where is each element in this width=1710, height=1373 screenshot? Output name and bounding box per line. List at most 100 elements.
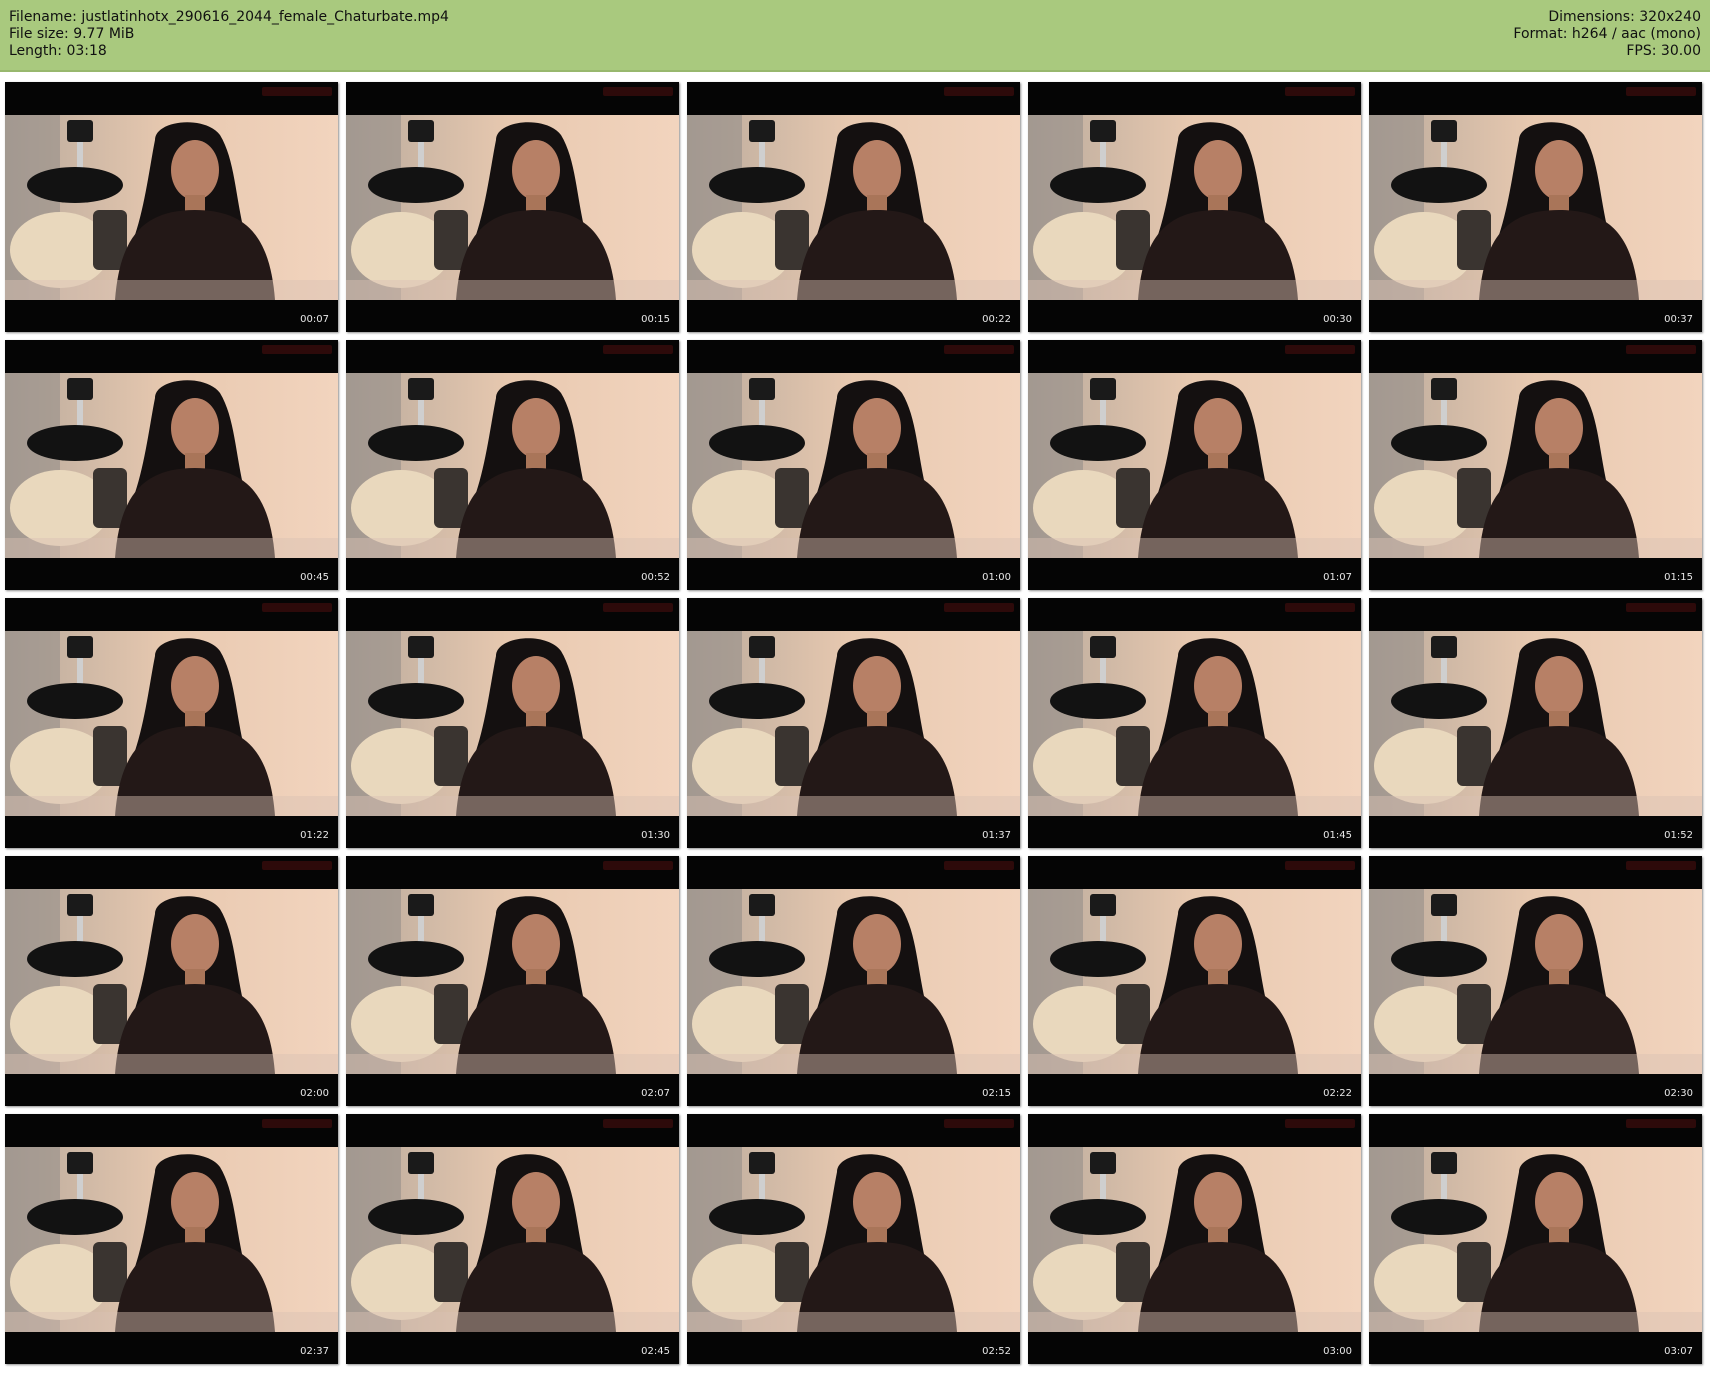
video-frame-image (1369, 373, 1702, 558)
thumbnail-timestamp: 00:22 (982, 314, 1011, 325)
watermark (1285, 603, 1355, 612)
watermark (1285, 87, 1355, 96)
video-frame-image (687, 115, 1020, 300)
video-frame-image (1369, 1147, 1702, 1332)
video-thumbnail: 02:45 (346, 1114, 679, 1364)
thumbnail-timestamp: 00:07 (300, 314, 329, 325)
video-frame-image (346, 631, 679, 816)
watermark (603, 861, 673, 870)
video-thumbnail: 00:15 (346, 82, 679, 332)
video-thumbnail: 00:52 (346, 340, 679, 590)
watermark (944, 87, 1014, 96)
dimensions-label: Dimensions: (1548, 9, 1635, 25)
thumbnail-timestamp: 01:15 (1664, 572, 1693, 583)
video-thumbnail: 00:22 (687, 82, 1020, 332)
file-info-right: Dimensions: 320x240 Format: h264 / aac (… (1513, 9, 1701, 60)
watermark (944, 1119, 1014, 1128)
video-frame-image (5, 889, 338, 1074)
thumbnail-timestamp: 01:07 (1323, 572, 1352, 583)
video-frame-image (1028, 631, 1361, 816)
length-label: Length: (9, 43, 63, 59)
video-frame-image (687, 373, 1020, 558)
thumbnail-grid: 00:07 00:15 00:22 00:30 00:37 00:45 00:52 01:00… (5, 82, 1702, 1364)
thumbnail-timestamp: 01:22 (300, 830, 329, 841)
video-frame-image (5, 631, 338, 816)
video-thumbnail: 00:07 (5, 82, 338, 332)
thumbnail-timestamp: 02:22 (1323, 1088, 1352, 1099)
video-thumbnail: 01:00 (687, 340, 1020, 590)
video-frame-image (346, 115, 679, 300)
watermark (262, 861, 332, 870)
watermark (944, 861, 1014, 870)
thumbnail-timestamp: 00:30 (1323, 314, 1352, 325)
video-frame-image (1028, 889, 1361, 1074)
video-frame-image (1369, 889, 1702, 1074)
thumbnail-timestamp: 00:15 (641, 314, 670, 325)
video-thumbnail: 00:45 (5, 340, 338, 590)
video-frame-image (346, 373, 679, 558)
watermark (1626, 87, 1696, 96)
video-thumbnail: 01:37 (687, 598, 1020, 848)
length-line: Length: 03:18 (9, 43, 449, 60)
watermark (1285, 345, 1355, 354)
watermark (262, 345, 332, 354)
video-frame-image (5, 373, 338, 558)
filename-label: Filename: (9, 9, 77, 25)
video-frame-image (1369, 115, 1702, 300)
video-frame-image (687, 889, 1020, 1074)
video-thumbnail: 03:07 (1369, 1114, 1702, 1364)
watermark (603, 87, 673, 96)
watermark (944, 603, 1014, 612)
video-thumbnail: 01:30 (346, 598, 679, 848)
watermark (262, 87, 332, 96)
fps-label: FPS: (1626, 43, 1657, 59)
thumbnail-timestamp: 00:52 (641, 572, 670, 583)
video-frame-image (5, 115, 338, 300)
video-thumbnail: 02:15 (687, 856, 1020, 1106)
thumbnail-timestamp: 02:52 (982, 1346, 1011, 1357)
filesize-value: 9.77 MiB (73, 26, 135, 42)
watermark (944, 345, 1014, 354)
format-label: Format: (1513, 26, 1568, 42)
thumbnail-timestamp: 02:30 (1664, 1088, 1693, 1099)
video-frame-image (1028, 115, 1361, 300)
thumbnail-timestamp: 03:00 (1323, 1346, 1352, 1357)
video-thumbnail: 01:45 (1028, 598, 1361, 848)
thumbnail-timestamp: 00:37 (1664, 314, 1693, 325)
fps-line: FPS: 30.00 (1513, 43, 1701, 60)
video-thumbnail: 03:00 (1028, 1114, 1361, 1364)
video-thumbnail: 01:52 (1369, 598, 1702, 848)
video-thumbnail: 02:00 (5, 856, 338, 1106)
watermark (1285, 861, 1355, 870)
watermark (1626, 603, 1696, 612)
watermark (1626, 861, 1696, 870)
video-thumbnail: 01:07 (1028, 340, 1361, 590)
watermark (1626, 1119, 1696, 1128)
filesize-label: File size: (9, 26, 69, 42)
thumbnail-timestamp: 00:45 (300, 572, 329, 583)
watermark (1626, 345, 1696, 354)
video-thumbnail: 02:52 (687, 1114, 1020, 1364)
filesize-line: File size: 9.77 MiB (9, 26, 449, 43)
watermark (262, 603, 332, 612)
video-thumbnail: 02:07 (346, 856, 679, 1106)
video-frame-image (1028, 1147, 1361, 1332)
video-thumbnail: 00:30 (1028, 82, 1361, 332)
thumbnail-timestamp: 02:37 (300, 1346, 329, 1357)
thumbnail-timestamp: 03:07 (1664, 1346, 1693, 1357)
filename-value: justlatinhotx_290616_2044_female_Chaturb… (81, 9, 449, 25)
video-frame-image (346, 1147, 679, 1332)
length-value: 03:18 (66, 43, 107, 59)
format-value: h264 / aac (mono) (1571, 26, 1701, 42)
thumbnail-timestamp: 02:00 (300, 1088, 329, 1099)
video-thumbnail: 02:37 (5, 1114, 338, 1364)
file-info-left: Filename: justlatinhotx_290616_2044_fema… (9, 9, 449, 60)
watermark (1285, 1119, 1355, 1128)
thumbnail-timestamp: 01:52 (1664, 830, 1693, 841)
thumbnail-timestamp: 02:07 (641, 1088, 670, 1099)
thumbnail-timestamp: 01:37 (982, 830, 1011, 841)
video-thumbnail: 02:22 (1028, 856, 1361, 1106)
video-frame-image (687, 1147, 1020, 1332)
video-frame-image (346, 889, 679, 1074)
format-line: Format: h264 / aac (mono) (1513, 26, 1701, 43)
